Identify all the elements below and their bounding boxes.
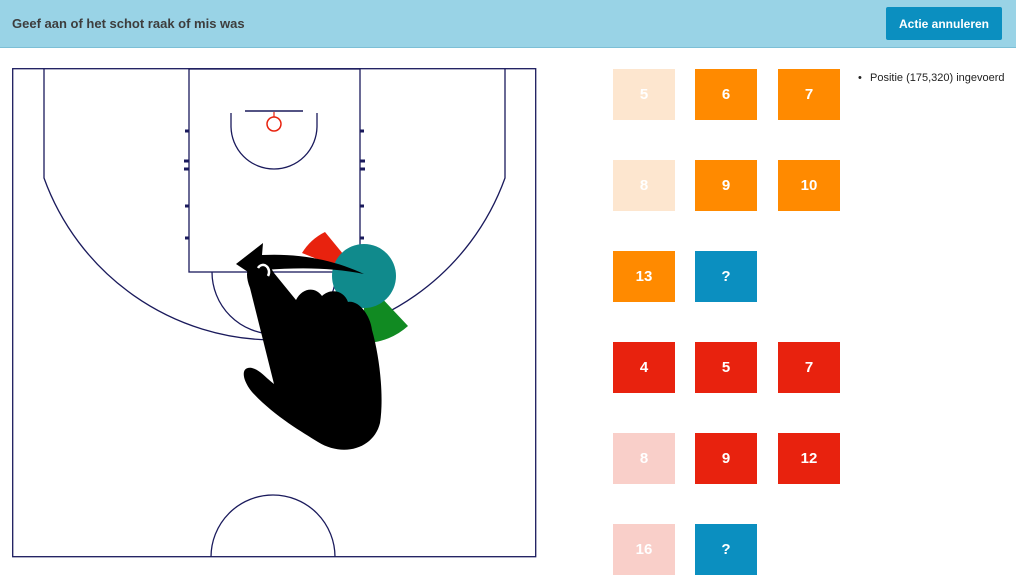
missed-tile[interactable]: 5 <box>695 342 757 393</box>
header-bar: Geef aan of het schot raak of mis was Ac… <box>0 0 1016 48</box>
log-entry: Positie (175,320) ingevoerd <box>858 72 1005 84</box>
lane-marks <box>184 129 365 240</box>
missed-tile[interactable]: 16 <box>613 524 675 575</box>
rim-icon <box>266 116 282 132</box>
action-log: Positie (175,320) ingevoerd <box>858 72 1005 84</box>
missed-tile[interactable]: 9 <box>695 433 757 484</box>
missed-tile[interactable]: 12 <box>778 433 840 484</box>
made-unknown-tile[interactable]: ? <box>695 251 757 302</box>
missed-tile[interactable]: 8 <box>613 433 675 484</box>
center-circle <box>210 494 336 558</box>
cancel-action-button[interactable]: Actie annuleren <box>886 7 1002 40</box>
missed-tile[interactable]: 7 <box>778 342 840 393</box>
made-tile[interactable]: 10 <box>778 160 840 211</box>
restricted-area <box>230 113 318 170</box>
made-tile[interactable]: 5 <box>613 69 675 120</box>
page-title: Geef aan of het schot raak of mis was <box>12 16 245 31</box>
made-tile[interactable]: 6 <box>695 69 757 120</box>
made-tile[interactable]: 13 <box>613 251 675 302</box>
missed-unknown-tile[interactable]: ? <box>695 524 757 575</box>
made-tile[interactable]: 7 <box>778 69 840 120</box>
missed-tile[interactable]: 4 <box>613 342 675 393</box>
made-tile[interactable]: 9 <box>695 160 757 211</box>
made-tile[interactable]: 8 <box>613 160 675 211</box>
basketball-court[interactable] <box>12 68 538 560</box>
paint-area <box>188 68 361 273</box>
